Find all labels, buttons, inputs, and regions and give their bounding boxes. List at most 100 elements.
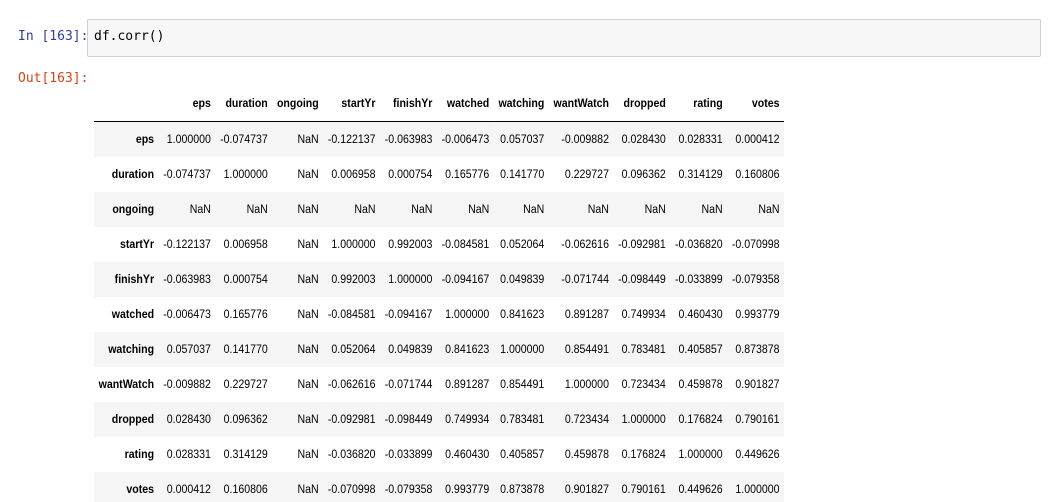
- table-cell: NaN: [297, 343, 319, 356]
- table-cell: -0.070998: [327, 483, 376, 496]
- table-cell: 0.873878: [500, 483, 545, 496]
- table-cell: -0.009882: [163, 378, 211, 391]
- row-label: duration: [111, 168, 155, 181]
- table-cell: 0.165776: [223, 308, 268, 321]
- table-row: duration -0.074737 1.000000 NaN 0.006958 0.00…: [94, 157, 784, 192]
- table-cell: -0.098449: [618, 273, 666, 286]
- table-cell: 0.049839: [388, 343, 433, 356]
- table-cell: 0.749934: [445, 413, 490, 426]
- table-cell: 0.901827: [735, 378, 780, 391]
- table-cell: 0.891287: [564, 308, 609, 321]
- table-cell: 0.000754: [388, 168, 433, 181]
- table-cell: 0.992003: [388, 238, 433, 251]
- row-label: watched: [111, 308, 155, 321]
- table-cell: 0.096362: [621, 168, 666, 181]
- table-row: eps 1.000000 -0.074737 NaN -0.122137 -0.06398…: [94, 121, 785, 157]
- correlation-table: eps duration ongoing startYr finishYr watched…: [94, 86, 785, 502]
- table-cell: 1.000000: [331, 238, 376, 251]
- column-header: wantWatch: [548, 86, 614, 122]
- table-cell: 1.000000: [678, 448, 723, 461]
- table-cell: 0.891287: [445, 378, 490, 391]
- table-cell: 0.749934: [621, 308, 666, 321]
- table-cell: 0.723434: [564, 413, 609, 426]
- table-cell: -0.036820: [675, 238, 723, 251]
- table-cell: 0.449626: [735, 448, 780, 461]
- table-cell: 0.449626: [678, 483, 723, 496]
- table-cell: 0.165776: [445, 168, 490, 181]
- table-cell: 0.006958: [223, 238, 268, 251]
- table-cell: 0.057037: [500, 133, 545, 146]
- table-row: wantWatch -0.009882 0.229727 NaN -0.062616 -0…: [94, 367, 784, 402]
- table-cell: -0.070998: [731, 238, 780, 251]
- table-cell: 1.000000: [564, 378, 609, 391]
- table-cell: NaN: [758, 203, 780, 216]
- table-cell: 0.176824: [621, 448, 666, 461]
- table-cell: NaN: [297, 238, 319, 251]
- table-cell: -0.063983: [384, 133, 433, 146]
- column-header: watching: [493, 86, 549, 122]
- table-cell: NaN: [297, 168, 319, 181]
- table-cell: 0.314129: [223, 448, 268, 461]
- column-header: ongoing: [272, 86, 324, 122]
- table-cell: 0.028430: [621, 133, 666, 146]
- table-row: finishYr -0.063983 0.000754 NaN 0.992003 1.00…: [94, 262, 785, 297]
- table-cell: -0.033899: [675, 273, 723, 286]
- table-cell: 0.841623: [445, 343, 490, 356]
- table-cell: -0.079358: [731, 273, 780, 286]
- table-row: watching 0.057037 0.141770 NaN 0.052064 0.049…: [94, 332, 785, 367]
- table-cell: -0.006473: [163, 308, 211, 321]
- table-cell: -0.062616: [561, 238, 609, 251]
- table-row: dropped 0.028430 0.096362 NaN -0.092981 -0.09…: [94, 402, 785, 437]
- table-cell: -0.122137: [327, 133, 376, 146]
- table-cell: 0.052064: [331, 343, 376, 356]
- table-cell: 0.006958: [331, 168, 376, 181]
- table-cell: 0.993779: [735, 308, 780, 321]
- table-cell: 0.459878: [678, 378, 723, 391]
- table-cell: NaN: [189, 203, 211, 216]
- table-cell: -0.063983: [163, 273, 211, 286]
- table-cell: 0.873878: [735, 343, 780, 356]
- table-cell: 0.783481: [500, 413, 545, 426]
- table-cell: 0.028331: [678, 133, 723, 146]
- table-cell: NaN: [297, 483, 319, 496]
- table-cell: 1.000000: [166, 133, 211, 146]
- code-input-area[interactable]: df.corr(): [87, 19, 1041, 57]
- table-cell: 0.790161: [621, 483, 666, 496]
- table-cell: NaN: [297, 448, 319, 461]
- table-row: rating 0.028331 0.314129 NaN -0.036820 -0.033…: [94, 437, 784, 472]
- table-cell: -0.062616: [327, 378, 376, 391]
- column-header: finishYr: [380, 86, 437, 122]
- table-cell: 0.783481: [621, 343, 666, 356]
- table-cell: 1.000000: [388, 273, 433, 286]
- table-cell: 1.000000: [223, 168, 268, 181]
- table-cell: -0.071744: [384, 378, 433, 391]
- index-header: [94, 86, 159, 122]
- table-cell: NaN: [297, 378, 319, 391]
- table-cell: 0.000754: [223, 273, 268, 286]
- table-cell: -0.074737: [163, 168, 211, 181]
- table-cell: 0.057037: [166, 343, 211, 356]
- table-cell: -0.036820: [327, 448, 376, 461]
- table-cell: 1.000000: [621, 413, 666, 426]
- row-label: wantWatch: [98, 378, 155, 391]
- code-text[interactable]: df.corr(): [94, 29, 164, 44]
- table-cell: 0.854491: [500, 378, 545, 391]
- table-row: ongoing NaN NaN NaN NaN NaN NaN NaN NaN NaN NaN NaN: [94, 192, 785, 227]
- table-cell: 0.160806: [223, 483, 268, 496]
- table-cell: -0.094167: [384, 308, 433, 321]
- table-cell: NaN: [468, 203, 490, 216]
- column-header: dropped: [613, 86, 671, 122]
- table-cell: NaN: [297, 133, 319, 146]
- table-cell: -0.092981: [327, 413, 376, 426]
- table-cell: 0.723434: [621, 378, 666, 391]
- table-cell: -0.071744: [561, 273, 609, 286]
- table-cell: 0.000412: [735, 133, 780, 146]
- table-cell: -0.009882: [561, 133, 609, 146]
- table-cell: NaN: [246, 203, 268, 216]
- column-header: votes: [727, 86, 785, 122]
- table-cell: 0.229727: [564, 168, 609, 181]
- column-header: watched: [436, 86, 494, 122]
- table-cell: 0.160806: [735, 168, 780, 181]
- table-cell: 0.854491: [564, 343, 609, 356]
- table-cell: 0.901827: [564, 483, 609, 496]
